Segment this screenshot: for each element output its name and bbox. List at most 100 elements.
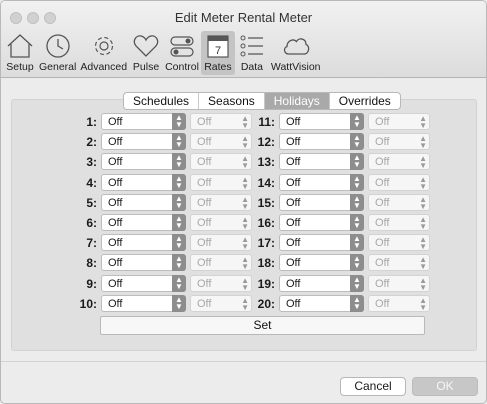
holiday-number: 5: xyxy=(86,195,97,210)
tab-seasons[interactable]: Seasons xyxy=(199,93,265,109)
stepper-arrows-icon: ▲ ▼ xyxy=(241,215,249,231)
holiday-row: 10: Off ▲ ▼ Off ▲ ▼ xyxy=(75,295,252,312)
holiday-row: 1: Off ▲ ▼ Off ▲ ▼ xyxy=(75,113,252,130)
holiday-number: 10: xyxy=(79,296,97,311)
holiday-secondary-select: Off ▲ ▼ xyxy=(368,133,430,150)
holiday-select[interactable]: Off ▲ ▼ xyxy=(101,153,186,170)
stepper-arrows-icon: ▲ ▼ xyxy=(419,235,427,251)
holiday-number: 7: xyxy=(86,235,97,250)
stepper-arrows-icon: ▲ ▼ xyxy=(350,174,364,191)
holiday-secondary-value: Off xyxy=(375,277,390,290)
toolbar-general[interactable]: General xyxy=(37,31,78,75)
holiday-select[interactable]: Off ▲ ▼ xyxy=(279,133,364,150)
holiday-select[interactable]: Off ▲ ▼ xyxy=(101,254,186,271)
stepper-arrows-icon: ▲ ▼ xyxy=(172,194,186,211)
holiday-select[interactable]: Off ▲ ▼ xyxy=(279,153,364,170)
tab-schedules[interactable]: Schedules xyxy=(124,93,200,109)
set-button[interactable]: Set xyxy=(100,316,425,335)
holiday-row: 17: Off ▲ ▼ Off ▲ ▼ xyxy=(253,234,430,251)
holiday-select[interactable]: Off ▲ ▼ xyxy=(279,254,364,271)
holiday-row: 6: Off ▲ ▼ Off ▲ ▼ xyxy=(75,214,252,231)
holiday-number: 12: xyxy=(257,134,275,149)
tab-overrides[interactable]: Overrides xyxy=(330,93,400,109)
holiday-row: 19: Off ▲ ▼ Off ▲ ▼ xyxy=(253,275,430,292)
holiday-number: 19: xyxy=(257,276,275,291)
holiday-secondary-value: Off xyxy=(197,236,212,249)
stepper-arrows-icon: ▲ ▼ xyxy=(241,235,249,251)
holiday-select[interactable]: Off ▲ ▼ xyxy=(279,113,364,130)
holiday-row: 16: Off ▲ ▼ Off ▲ ▼ xyxy=(253,214,430,231)
stepper-arrows-icon: ▲ ▼ xyxy=(350,214,364,231)
stepper-arrows-icon: ▲ ▼ xyxy=(241,195,249,211)
holiday-select[interactable]: Off ▲ ▼ xyxy=(101,113,186,130)
holiday-number: 20: xyxy=(257,296,275,311)
holiday-secondary-select: Off ▲ ▼ xyxy=(368,234,430,251)
holiday-secondary-value: Off xyxy=(375,236,390,249)
holiday-number: 4: xyxy=(86,175,97,190)
holiday-select[interactable]: Off ▲ ▼ xyxy=(279,275,364,292)
holiday-select-value: Off xyxy=(286,115,301,128)
ok-button[interactable]: OK xyxy=(412,377,478,396)
holiday-select[interactable]: Off ▲ ▼ xyxy=(279,194,364,211)
holiday-select-value: Off xyxy=(286,256,301,269)
toolbar-data[interactable]: Data xyxy=(235,31,269,75)
holiday-secondary-select: Off ▲ ▼ xyxy=(190,153,252,170)
holiday-secondary-select: Off ▲ ▼ xyxy=(368,174,430,191)
holiday-select[interactable]: Off ▲ ▼ xyxy=(279,214,364,231)
holiday-row: 11: Off ▲ ▼ Off ▲ ▼ xyxy=(253,113,430,130)
toolbar-rates[interactable]: 7 Rates xyxy=(200,31,235,75)
stepper-arrows-icon: ▲ ▼ xyxy=(350,234,364,251)
holiday-number: 11: xyxy=(258,114,275,129)
clock-icon xyxy=(43,31,73,60)
holiday-secondary-value: Off xyxy=(375,256,390,269)
holiday-select[interactable]: Off ▲ ▼ xyxy=(279,234,364,251)
toolbar-label: Advanced xyxy=(80,61,128,73)
holiday-row: 14: Off ▲ ▼ Off ▲ ▼ xyxy=(253,174,430,191)
holiday-number: 13: xyxy=(257,154,275,169)
stepper-arrows-icon: ▲ ▼ xyxy=(241,154,249,170)
holiday-select[interactable]: Off ▲ ▼ xyxy=(101,194,186,211)
holiday-row: 9: Off ▲ ▼ Off ▲ ▼ xyxy=(75,275,252,292)
holiday-secondary-select: Off ▲ ▼ xyxy=(190,254,252,271)
divider xyxy=(1,361,486,362)
stepper-arrows-icon: ▲ ▼ xyxy=(172,174,186,191)
tab-holidays[interactable]: Holidays xyxy=(264,93,330,109)
toolbar-label: Pulse xyxy=(132,61,160,73)
stepper-arrows-icon: ▲ ▼ xyxy=(172,254,186,271)
holiday-secondary-select: Off ▲ ▼ xyxy=(368,113,430,130)
toolbar-control[interactable]: Control xyxy=(163,31,201,75)
holiday-select-value: Off xyxy=(286,236,301,249)
holiday-select[interactable]: Off ▲ ▼ xyxy=(101,174,186,191)
holiday-select-value: Off xyxy=(286,196,301,209)
holiday-select-value: Off xyxy=(108,135,123,148)
stepper-arrows-icon: ▲ ▼ xyxy=(419,134,427,150)
holiday-row: 4: Off ▲ ▼ Off ▲ ▼ xyxy=(75,174,252,191)
stepper-arrows-icon: ▲ ▼ xyxy=(241,276,249,292)
toolbar-pulse[interactable]: Pulse xyxy=(129,31,163,75)
toolbar-label: General xyxy=(39,61,77,73)
holiday-number: 3: xyxy=(86,154,97,169)
stepper-arrows-icon: ▲ ▼ xyxy=(172,214,186,231)
toolbar-setup[interactable]: Setup xyxy=(3,31,37,75)
holiday-select[interactable]: Off ▲ ▼ xyxy=(101,214,186,231)
holiday-secondary-value: Off xyxy=(375,115,390,128)
stepper-arrows-icon: ▲ ▼ xyxy=(350,275,364,292)
holiday-select[interactable]: Off ▲ ▼ xyxy=(101,275,186,292)
stepper-arrows-icon: ▲ ▼ xyxy=(419,195,427,211)
holiday-secondary-select: Off ▲ ▼ xyxy=(190,174,252,191)
toolbar-advanced[interactable]: Advanced xyxy=(78,31,129,75)
house-icon xyxy=(5,31,35,60)
toolbar-label: WattVision xyxy=(270,61,321,73)
holiday-select[interactable]: Off ▲ ▼ xyxy=(101,133,186,150)
toolbar-wattvision[interactable]: WattVision xyxy=(269,31,323,75)
holiday-select[interactable]: Off ▲ ▼ xyxy=(101,234,186,251)
holiday-select[interactable]: Off ▲ ▼ xyxy=(279,174,364,191)
holiday-select-value: Off xyxy=(108,196,123,209)
cancel-button[interactable]: Cancel xyxy=(340,377,406,396)
stepper-arrows-icon: ▲ ▼ xyxy=(172,113,186,130)
holiday-select[interactable]: Off ▲ ▼ xyxy=(279,295,364,312)
holiday-select[interactable]: Off ▲ ▼ xyxy=(101,295,186,312)
holiday-secondary-value: Off xyxy=(197,196,212,209)
holiday-secondary-value: Off xyxy=(375,135,390,148)
holiday-select-value: Off xyxy=(286,216,301,229)
